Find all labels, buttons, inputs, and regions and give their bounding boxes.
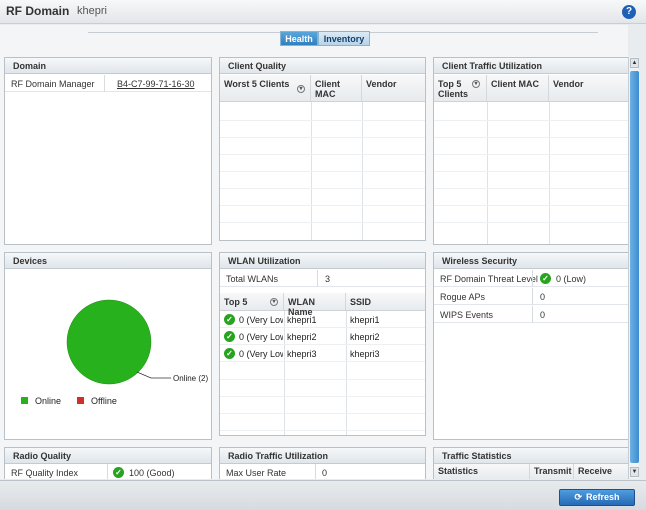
wlan-utilization-value: 0 (Very Low) bbox=[239, 315, 283, 325]
client-traffic-title: Client Traffic Utilization bbox=[434, 58, 628, 74]
col-client-mac[interactable]: Client MAC bbox=[311, 75, 362, 101]
rogue-aps-label: Rogue APs bbox=[440, 292, 486, 302]
legend-offline-swatch bbox=[77, 397, 84, 404]
table-row[interactable]: ✓ 0 (Very Low) khepri1 khepri1 bbox=[220, 311, 425, 328]
table-row[interactable]: ✓ 0 (Very Low) khepri2 khepri2 bbox=[220, 328, 425, 345]
dashboard-content: Health Inventory Domain RF Domain Manage… bbox=[0, 25, 628, 479]
page-subtitle: khepri bbox=[77, 5, 107, 17]
wlan-header: Top 5 ▾ WLAN Name SSID bbox=[220, 293, 425, 317]
domain-row: RF Domain Manager B4-C7-99-71-16-30 bbox=[5, 75, 211, 92]
threat-level-row: RF Domain Threat Level ✓ 0 (Low) bbox=[434, 270, 628, 287]
ok-check-icon: ✓ bbox=[224, 314, 235, 325]
max-user-rate-row: Max User Rate 0 bbox=[220, 464, 425, 479]
col-statistics[interactable]: Statistics bbox=[434, 464, 530, 479]
tab-health[interactable]: Health bbox=[280, 31, 318, 46]
wireless-security-panel: Wireless Security RF Domain Threat Level… bbox=[433, 252, 628, 440]
client-traffic-header: Top 5 Clients ▾ Client MAC Vendor bbox=[434, 75, 628, 102]
pie-slice-online[interactable] bbox=[66, 299, 152, 385]
table-row[interactable]: ✓ 0 (Very Low) khepri3 khepri3 bbox=[220, 345, 425, 362]
col-wlan-name[interactable]: WLAN Name bbox=[284, 293, 346, 317]
page-title: RF Domain bbox=[6, 4, 70, 18]
col-receive[interactable]: Receive bbox=[574, 464, 628, 479]
radio-traffic-panel: Radio Traffic Utilization Max User Rate … bbox=[219, 447, 426, 479]
domain-panel-title: Domain bbox=[5, 58, 211, 74]
ok-check-icon: ✓ bbox=[224, 331, 235, 342]
max-user-rate-label: Max User Rate bbox=[226, 468, 287, 478]
max-user-rate-value: 0 bbox=[322, 468, 328, 478]
ok-check-icon: ✓ bbox=[113, 467, 124, 478]
pie-annotation-label: Online (2) bbox=[173, 374, 208, 383]
wlan-name: khepri3 bbox=[287, 349, 317, 359]
rogue-aps-row: Rogue APs 0 bbox=[434, 288, 628, 305]
client-quality-title: Client Quality bbox=[220, 58, 425, 74]
wlan-ssid: khepri2 bbox=[350, 332, 380, 342]
footer-bar: ⟳ Refresh bbox=[0, 480, 646, 510]
traffic-stats-title: Traffic Statistics bbox=[434, 448, 628, 464]
legend-online-swatch bbox=[21, 397, 28, 404]
total-wlans-row: Total WLANs 3 bbox=[220, 270, 425, 287]
wlan-name: khepri1 bbox=[287, 315, 317, 325]
legend-offline-label: Offline bbox=[91, 396, 117, 406]
sort-icon[interactable]: ▾ bbox=[297, 85, 305, 93]
wlan-utilization-value: 0 (Very Low) bbox=[239, 332, 283, 342]
title-bar: RF Domain khepri ? bbox=[0, 0, 646, 24]
col-client-mac[interactable]: Client MAC bbox=[487, 75, 549, 101]
domain-panel: Domain RF Domain Manager B4-C7-99-71-16-… bbox=[4, 57, 212, 245]
wlan-title: WLAN Utilization bbox=[220, 253, 425, 269]
devices-title: Devices bbox=[5, 253, 211, 269]
refresh-icon: ⟳ bbox=[574, 492, 583, 502]
scroll-thumb[interactable] bbox=[630, 71, 639, 463]
help-icon[interactable]: ? bbox=[622, 5, 636, 19]
refresh-button[interactable]: ⟳ Refresh bbox=[559, 489, 635, 506]
rf-domain-manager-link[interactable]: B4-C7-99-71-16-30 bbox=[117, 79, 195, 89]
ok-check-icon: ✓ bbox=[540, 273, 551, 284]
col-ssid[interactable]: SSID bbox=[346, 293, 425, 310]
col-vendor[interactable]: Vendor bbox=[549, 75, 628, 101]
legend-online-label: Online bbox=[35, 396, 62, 406]
wlan-name: khepri2 bbox=[287, 332, 317, 342]
client-quality-header: Worst 5 Clients ▾ Client MAC Vendor bbox=[220, 75, 425, 102]
scroll-up-icon[interactable]: ▲ bbox=[630, 58, 639, 68]
rf-domain-manager-label: RF Domain Manager bbox=[11, 79, 95, 89]
threat-level-label: RF Domain Threat Level bbox=[440, 274, 538, 284]
refresh-label: Refresh bbox=[586, 492, 620, 502]
wips-events-value: 0 bbox=[540, 310, 546, 320]
col-worst-clients[interactable]: Worst 5 Clients ▾ bbox=[220, 75, 311, 101]
wlan-utilization-value: 0 (Very Low) bbox=[239, 349, 283, 359]
traffic-stats-header: Statistics Transmit Receive bbox=[434, 464, 628, 479]
rogue-aps-value: 0 bbox=[540, 292, 546, 302]
radio-quality-title: Radio Quality bbox=[5, 448, 211, 464]
col-top5[interactable]: Top 5 ▾ bbox=[220, 293, 284, 310]
wlan-utilization-panel: WLAN Utilization Total WLANs 3 Top 5 ▾ W… bbox=[219, 252, 426, 436]
wireless-security-title: Wireless Security bbox=[434, 253, 628, 269]
total-wlans-value: 3 bbox=[325, 274, 331, 284]
sort-icon[interactable]: ▾ bbox=[270, 298, 278, 306]
threat-level-value: 0 (Low) bbox=[556, 274, 587, 284]
wips-events-label: WIPS Events bbox=[440, 310, 494, 320]
col-transmit[interactable]: Transmit bbox=[530, 464, 574, 479]
devices-panel: Devices Online (2) Online Offline bbox=[4, 252, 212, 440]
rf-quality-row: RF Quality Index ✓ 100 (Good) bbox=[5, 464, 211, 479]
pie-annotation-leader bbox=[136, 371, 171, 379]
traffic-stats-panel: Traffic Statistics Statistics Transmit R… bbox=[433, 447, 628, 479]
rf-quality-value: 100 (Good) bbox=[129, 468, 175, 478]
tab-inventory[interactable]: Inventory bbox=[318, 31, 370, 46]
client-traffic-panel: Client Traffic Utilization Top 5 Clients… bbox=[433, 57, 628, 245]
wlan-ssid: khepri3 bbox=[350, 349, 380, 359]
vertical-scrollbar[interactable]: ▲ ▼ bbox=[628, 57, 639, 479]
col-top-clients[interactable]: Top 5 Clients ▾ bbox=[434, 75, 487, 101]
sort-icon[interactable]: ▾ bbox=[472, 80, 480, 88]
ok-check-icon: ✓ bbox=[224, 348, 235, 359]
rf-quality-label: RF Quality Index bbox=[11, 468, 79, 478]
client-quality-panel: Client Quality Worst 5 Clients ▾ Client … bbox=[219, 57, 426, 241]
total-wlans-label: Total WLANs bbox=[226, 274, 279, 284]
wips-events-row: WIPS Events 0 bbox=[434, 306, 628, 323]
col-vendor[interactable]: Vendor bbox=[362, 75, 425, 101]
wlan-ssid: khepri1 bbox=[350, 315, 380, 325]
radio-quality-panel: Radio Quality RF Quality Index ✓ 100 (Go… bbox=[4, 447, 212, 479]
scroll-down-icon[interactable]: ▼ bbox=[630, 467, 639, 477]
radio-traffic-title: Radio Traffic Utilization bbox=[220, 448, 425, 464]
